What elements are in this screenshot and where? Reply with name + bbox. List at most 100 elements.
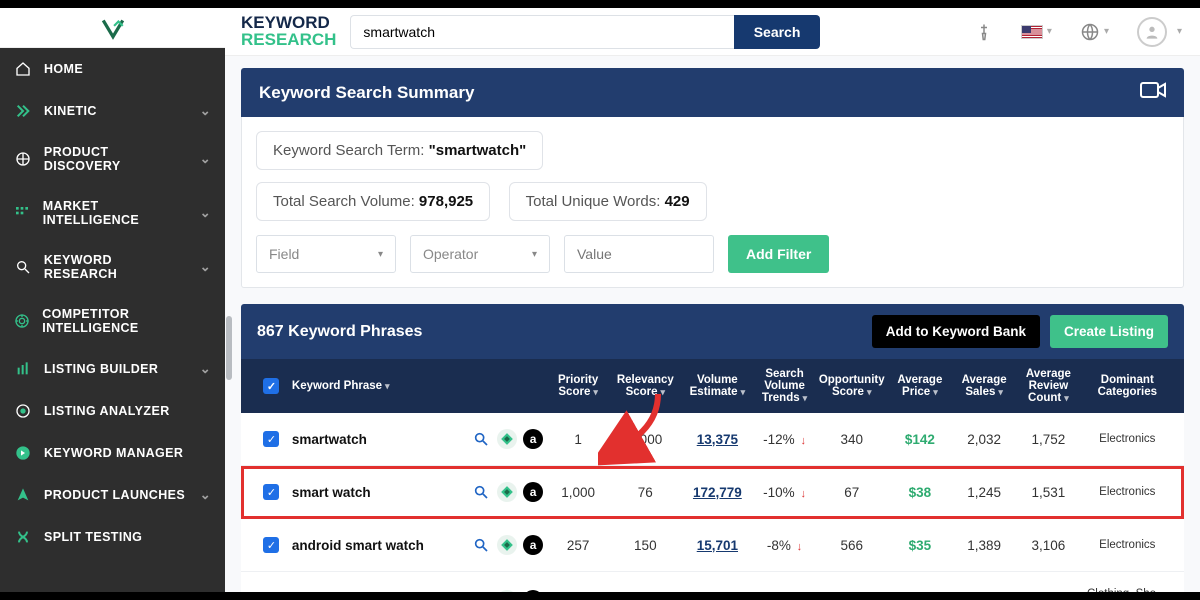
magnifier-icon[interactable] — [471, 482, 491, 502]
col-relevancy[interactable]: Relevancy Score▾ — [609, 374, 681, 398]
cell-dominant-cat: Electronics — [1081, 486, 1174, 498]
sidebar-item-keyword[interactable]: KEYWORD RESEARCH⌄ — [0, 240, 225, 294]
sidebar-item-launch[interactable]: PRODUCT LAUNCHES⌄ — [0, 474, 225, 516]
chevron-down-icon: ▾ — [803, 393, 808, 403]
add-filter-button[interactable]: Add Filter — [728, 235, 829, 273]
diamond-icon[interactable] — [497, 590, 517, 592]
video-help-icon[interactable] — [1140, 80, 1166, 105]
cell-phrase: smart watch — [292, 485, 467, 500]
logo[interactable] — [0, 8, 225, 48]
cell-volume[interactable]: 15,701 — [681, 538, 753, 553]
cell-priority: 257 — [547, 538, 609, 553]
chevron-down-icon: ⌄ — [200, 103, 211, 119]
diamond-icon[interactable] — [497, 429, 517, 449]
filter-operator-select[interactable]: Operator▾ — [410, 235, 550, 273]
profile-menu[interactable]: ▾ — [1137, 17, 1182, 47]
keyword-icon — [14, 259, 32, 275]
chevron-down-icon: ▾ — [998, 387, 1003, 397]
sidebar-item-label: KEYWORD MANAGER — [44, 446, 183, 460]
summary-title: Keyword Search Summary — [259, 83, 474, 103]
col-avg-price[interactable]: Average Price▾ — [888, 374, 952, 398]
search-input[interactable] — [350, 15, 733, 49]
sidebar-item-label: COMPETITOR INTELLIGENCE — [42, 307, 211, 335]
globe-selector[interactable]: ▾ — [1080, 22, 1109, 42]
row-checkbox[interactable]: ✓ — [263, 431, 279, 447]
filter-field-select[interactable]: Field▾ — [256, 235, 396, 273]
col-opportunity[interactable]: Opportunity Score▾ — [816, 374, 888, 398]
cell-avg-reviews: 3,106 — [1016, 538, 1080, 553]
filter-row: Field▾ Operator▾ Add Filter — [256, 235, 1169, 273]
sidebar-item-label: HOME — [44, 62, 83, 76]
magnifier-icon[interactable] — [471, 429, 491, 449]
chevron-down-icon: ⌄ — [200, 151, 211, 167]
amazon-icon[interactable]: a — [523, 590, 543, 592]
competitor-icon — [14, 313, 30, 329]
total-volume-chip: Total Search Volume: 978,925 — [256, 182, 490, 221]
col-trends[interactable]: Search Volume Trends▾ — [753, 368, 815, 404]
col-avg-reviews[interactable]: Average Review Count▾ — [1016, 368, 1080, 404]
cell-opportunity: 566 — [816, 538, 888, 553]
sidebar-item-competitor[interactable]: COMPETITOR INTELLIGENCE — [0, 294, 225, 348]
chevron-down-icon: ▾ — [593, 387, 598, 397]
column-headers: ✓ Keyword Phrase▾ Priority Score▾ Releva… — [241, 359, 1184, 413]
create-listing-button[interactable]: Create Listing — [1050, 315, 1168, 348]
chevron-down-icon: ▾ — [867, 387, 872, 397]
chevron-down-icon: ⌄ — [200, 205, 211, 221]
amazon-icon[interactable]: a — [523, 535, 543, 555]
row-checkbox[interactable]: ✓ — [263, 484, 279, 500]
table-row: ✓android smart watcha25715015,701-8% ↓56… — [241, 519, 1184, 572]
sidebar-item-listing[interactable]: LISTING BUILDER⌄ — [0, 348, 225, 390]
sidebar-item-kinetic[interactable]: KINETIC ⌄ — [0, 90, 225, 132]
sidebar-item-split[interactable]: SPLIT TESTING — [0, 516, 225, 558]
sidebar-item-analyzer[interactable]: LISTING ANALYZER — [0, 390, 225, 432]
chevron-down-icon: ▾ — [385, 381, 390, 391]
sidebar: HOMEKINETIC⌄PRODUCT DISCOVERY⌄MARKET INT… — [0, 8, 225, 592]
sidebar-item-label: PRODUCT DISCOVERY — [44, 145, 188, 173]
results-body: ✓smartwatcha11,00013,375-12% ↓340$1422,0… — [241, 413, 1184, 592]
magnifier-icon[interactable] — [471, 590, 491, 592]
split-icon — [14, 529, 32, 545]
region-selector[interactable]: ▾ — [1021, 25, 1052, 39]
col-priority[interactable]: Priority Score▾ — [547, 374, 609, 398]
unique-words-chip: Total Unique Words: 429 — [509, 182, 707, 221]
cell-phrase: smartwatch — [292, 432, 467, 447]
sidebar-item-label: KINETIC — [44, 104, 97, 118]
sidebar-item-discovery[interactable]: PRODUCT DISCOVERY ⌄ — [0, 132, 225, 186]
chevron-down-icon: ▾ — [1047, 26, 1052, 37]
magnifier-icon[interactable] — [471, 535, 491, 555]
results-header: 867 Keyword Phrases Add to Keyword Bank … — [241, 304, 1184, 359]
diamond-icon[interactable] — [497, 482, 517, 502]
search-button[interactable]: Search — [734, 15, 821, 49]
discovery-icon — [14, 151, 32, 167]
cell-avg-sales: 1,245 — [952, 485, 1016, 500]
sidebar-item-market[interactable]: MARKET INTELLIGENCE⌄ — [0, 186, 225, 240]
sidebar-item-home[interactable]: HOME — [0, 48, 225, 90]
cell-phrase: android smart watch — [292, 538, 467, 553]
topbar: KEYWORD RESEARCH Search ▾ ▾ ▾ — [225, 8, 1200, 56]
filter-value-input[interactable] — [564, 235, 714, 273]
pin-icon[interactable] — [975, 23, 993, 41]
diamond-icon[interactable] — [497, 535, 517, 555]
col-keyword-phrase[interactable]: Keyword Phrase▾ — [292, 380, 467, 392]
cell-volume[interactable]: 172,779 — [681, 485, 753, 500]
col-volume[interactable]: Volume Estimate▾ — [681, 374, 753, 398]
launch-icon — [14, 487, 32, 503]
col-avg-sales[interactable]: Average Sales▾ — [952, 374, 1016, 398]
add-to-keyword-bank-button[interactable]: Add to Keyword Bank — [872, 315, 1040, 348]
chevron-down-icon: ▾ — [661, 387, 666, 397]
select-all-checkbox[interactable]: ✓ — [263, 378, 279, 394]
col-dominant-cat: Dominant Categories — [1081, 374, 1174, 398]
scrollbar-thumb[interactable] — [226, 316, 232, 380]
results-count: 867 Keyword Phrases — [257, 323, 422, 341]
sidebar-item-manager[interactable]: KEYWORD MANAGER — [0, 432, 225, 474]
cell-volume[interactable]: 13,375 — [681, 432, 753, 447]
sidebar-item-label: SPLIT TESTING — [44, 530, 142, 544]
amazon-icon[interactable]: a — [523, 429, 543, 449]
cell-avg-reviews: 1,531 — [1016, 485, 1080, 500]
cell-avg-price: $38 — [888, 485, 952, 500]
cell-trend: -8% ↓ — [753, 538, 815, 553]
row-checkbox[interactable]: ✓ — [263, 537, 279, 553]
cell-dominant-cat: Clothing, Sho… Electronics — [1081, 588, 1174, 592]
chevron-down-icon: ⌄ — [200, 361, 211, 377]
amazon-icon[interactable]: a — [523, 482, 543, 502]
